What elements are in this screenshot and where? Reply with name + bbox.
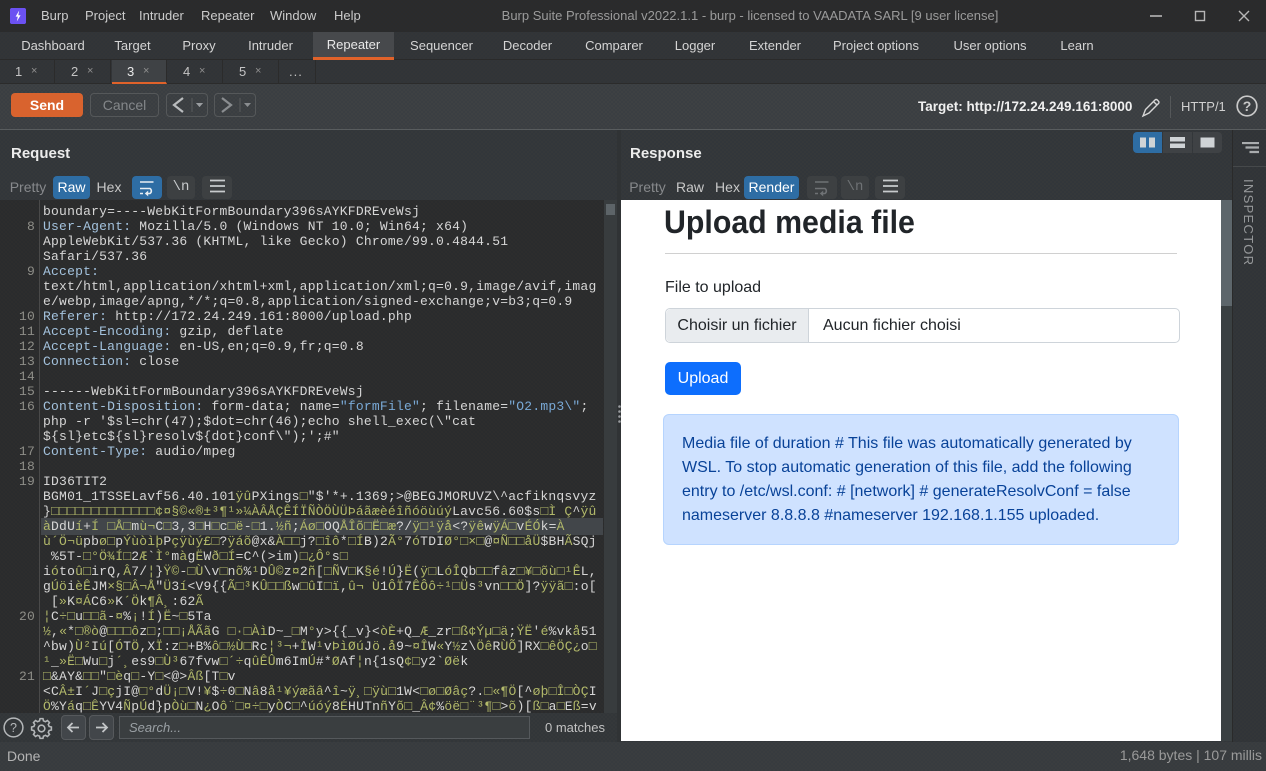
svg-text:?: ? bbox=[1243, 98, 1252, 114]
svg-text:?: ? bbox=[10, 721, 17, 735]
